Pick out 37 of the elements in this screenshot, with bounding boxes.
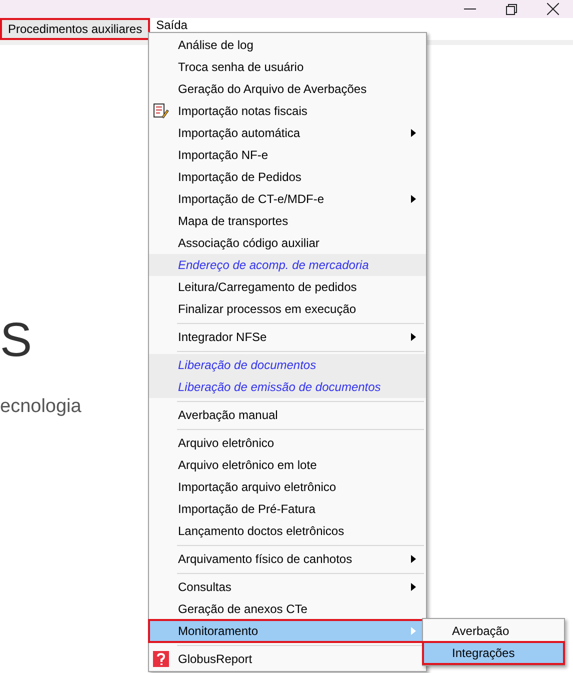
restore-icon[interactable] xyxy=(506,4,517,14)
menu-item[interactable]: Arquivo eletrônico em lote xyxy=(149,454,426,476)
menu-item[interactable]: Importação arquivo eletrônico xyxy=(149,476,426,498)
menu-item[interactable]: Geração do Arquivo de Averbações xyxy=(149,78,426,100)
menu-item[interactable]: Integrador NFSe xyxy=(149,326,426,348)
menu-item[interactable]: Importação automática xyxy=(149,122,426,144)
menu-item[interactable]: Consultas xyxy=(149,576,426,598)
menu-item[interactable]: Finalizar processos em execução xyxy=(149,298,426,320)
menu-item[interactable]: Lançamento doctos eletrônicos xyxy=(149,520,426,542)
menu-item[interactable]: Mapa de transportes xyxy=(149,210,426,232)
menu-item[interactable]: Arquivo eletrônico xyxy=(149,432,426,454)
menu-item[interactable]: Associação código auxiliar xyxy=(149,232,426,254)
menu-item[interactable]: Arquivamento físico de canhotos xyxy=(149,548,426,570)
report-logo-icon xyxy=(153,651,169,667)
menu-item[interactable]: Importação NF-e xyxy=(149,144,426,166)
menu-item[interactable]: Liberação de emissão de documentos xyxy=(149,376,426,398)
minimize-icon[interactable] xyxy=(464,8,476,10)
heading-text: S xyxy=(0,315,32,367)
menu-item[interactable]: Leitura/Carregamento de pedidos xyxy=(149,276,426,298)
menu-item[interactable]: Liberação de documentos xyxy=(149,354,426,376)
document-pencil-icon xyxy=(153,103,169,119)
close-icon[interactable] xyxy=(547,3,559,15)
menu-item[interactable]: Endereço de acomp. de mercadoria xyxy=(149,254,426,276)
menu-item[interactable]: Integrações xyxy=(423,642,564,664)
subtitle-text: ecnologia xyxy=(0,395,82,419)
menu-bar-item[interactable]: Procedimentos auxiliares xyxy=(0,18,150,40)
menu-bar-item[interactable]: Saída xyxy=(150,19,194,32)
menu-item[interactable]: Importação de CT-e/MDF-e xyxy=(149,188,426,210)
menu-item[interactable]: GlobusReport xyxy=(149,648,426,670)
menu-item[interactable]: Averbação xyxy=(423,620,564,642)
menu-item[interactable]: Análise de log xyxy=(149,34,426,56)
menu-item[interactable]: Importação notas fiscais xyxy=(149,100,426,122)
menu-item[interactable]: Importação de Pedidos xyxy=(149,166,426,188)
menu-item[interactable]: Geração de anexos CTe xyxy=(149,598,426,620)
menu-item[interactable]: Troca senha de usuário xyxy=(149,56,426,78)
menu-item[interactable]: Averbação manual xyxy=(149,404,426,426)
menu-item[interactable]: Importação de Pré-Fatura xyxy=(149,498,426,520)
